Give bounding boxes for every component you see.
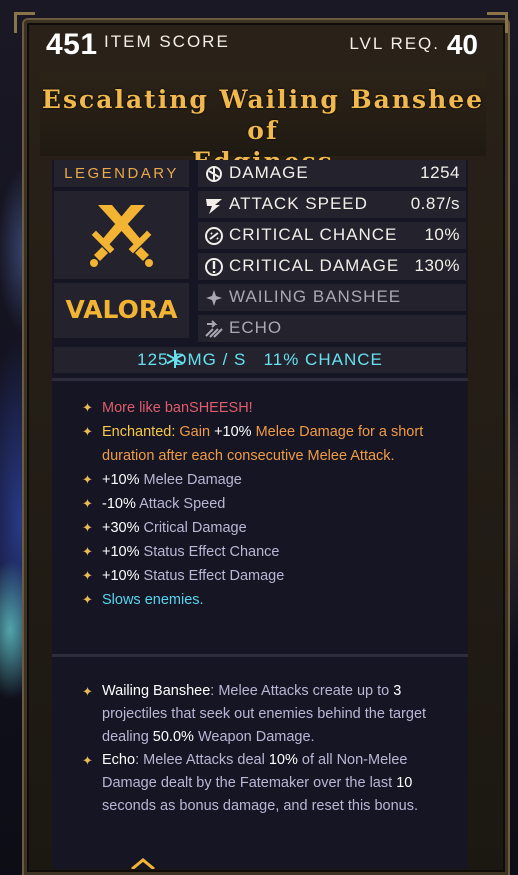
modifier-value: +10% [102,472,140,488]
modifier-text: Attack Speed [135,496,226,512]
ability-wailing-banshee: ✦ Wailing Banshee: Melee Attacks create u… [82,680,462,749]
bullet-star-icon: ✦ [82,592,93,607]
trait-flavor: ✦ More like banSHEESH! [82,396,462,420]
bullet-star-icon: ✦ [82,496,93,511]
weapon-type-box [54,191,189,279]
stat-value: 1254 [420,163,460,182]
ability-number: 10 [396,775,413,791]
ability-text: Weapon Damage. [193,729,315,745]
trait-modifier: ✦ +10% Melee Damage [82,468,462,492]
frame-corner-ornament [14,12,35,33]
stat-row-echo: ECHO [198,315,466,342]
manufacturer-logo: VALORA [65,295,178,324]
echo-icon [205,320,223,338]
ability-number: 10% [268,752,298,768]
sparkle-icon [206,290,222,306]
bullet-star-icon: ✦ [82,472,93,487]
flavor-text: More like banSHEESH! [102,400,253,416]
bullet-star-icon: ✦ [82,568,93,583]
stat-row-damage: DAMAGE 1254 [198,160,466,187]
trait-enchanted: ✦ Enchanted: Gain +10% Melee Damage for a… [82,420,462,468]
modifier-text: Melee Damage [139,472,242,488]
bottom-ornament-icon [131,858,155,869]
ability-name: Wailing Banshee [102,683,211,699]
stat-label: ECHO [229,318,283,337]
modifier-text: Status Effect Damage [139,568,285,584]
stat-row-critical-chance: CRITICAL CHANCE 10% [198,222,466,249]
enchanted-value: +10% [214,424,252,440]
item-traits-list: ✦ More like banSHEESH! ✦ Enchanted: Gain +… [82,396,462,612]
attack-speed-icon [206,199,222,214]
trait-modifier: ✦ +10% Status Effect Chance [82,540,462,564]
critical-damage-icon [205,258,223,276]
stat-row-attack-speed: ATTACK SPEED 0.87/s [198,191,466,218]
rarity-label: LEGENDARY [54,160,189,187]
item-title-plate: Escalating Wailing Banshee of Edginess [40,72,486,176]
trait-modifier: ✦ +30% Critical Damage [82,516,462,540]
bullet-star-icon: ✦ [82,684,93,699]
damage-icon [206,166,222,182]
level-requirement-label: LVL REQ. [349,34,440,53]
slows-text: Slows enemies. [102,592,204,608]
frame-corner-ornament [487,12,508,33]
ability-number: 50.0% [152,729,194,745]
stat-label: CRITICAL CHANCE [229,225,398,244]
stat-row-critical-damage: CRITICAL DAMAGE 130% [198,253,466,280]
stat-value: 130% [414,256,460,275]
modifier-value: +30% [102,520,140,536]
modifier-text: Status Effect Chance [139,544,280,560]
manufacturer-box: VALORA [54,283,189,338]
modifier-value: -10% [102,496,136,512]
stat-label: ATTACK SPEED [229,194,368,213]
bullet-star-icon: ✦ [82,544,93,559]
item-score-value: 451 [46,28,98,61]
stat-label: CRITICAL DAMAGE [229,256,400,275]
enchanted-text: Gain [175,424,215,440]
modifier-value: +10% [102,544,140,560]
ability-text: : Melee Attacks create up to [210,683,394,699]
stat-label: DAMAGE [229,163,309,182]
item-score-label: ITEM SCORE [104,32,230,51]
divider [52,654,468,657]
trait-slows: ✦ Slows enemies. [82,588,462,612]
bullet-star-icon: ✦ [82,520,93,535]
divider [52,378,468,381]
stat-label: WAILING BANSHEE [229,287,402,306]
trait-modifier: ✦ +10% Status Effect Damage [82,564,462,588]
bullet-star-icon: ✦ [82,400,93,415]
modifier-text: Critical Damage [139,520,247,536]
status-effect-text: 125 DMG / S 11% CHANCE [137,350,383,369]
ability-echo: ✦ Echo: Melee Attacks deal 10% of all Non… [82,749,462,818]
item-abilities-list: ✦ Wailing Banshee: Melee Attacks create u… [82,680,462,818]
critical-chance-icon [205,227,223,245]
tooltip-header: 451 ITEM SCORE LVL REQ. 40 [40,26,486,64]
enchanted-label: Enchanted: [102,424,176,440]
ability-name: Echo [102,752,136,768]
trait-modifier: ✦ -10% Attack Speed [82,492,462,516]
stat-value: 0.87/s [410,194,460,213]
item-identity-column: LEGENDARY VALORA [54,160,189,338]
status-effect-bar: 125 DMG / S 11% CHANCE [54,347,466,373]
modifier-value: +10% [102,568,140,584]
bullet-star-icon: ✦ [82,424,93,439]
level-requirement-value: 40 [446,29,478,60]
stat-row-wailing-banshee: WAILING BANSHEE [198,284,466,311]
item-title-line-1: Escalating Wailing Banshee of [41,85,485,145]
ability-text: : Melee Attacks deal [135,752,269,768]
bullet-star-icon: ✦ [82,753,93,768]
stat-value: 10% [424,225,460,244]
crossed-swords-icon [90,205,153,267]
